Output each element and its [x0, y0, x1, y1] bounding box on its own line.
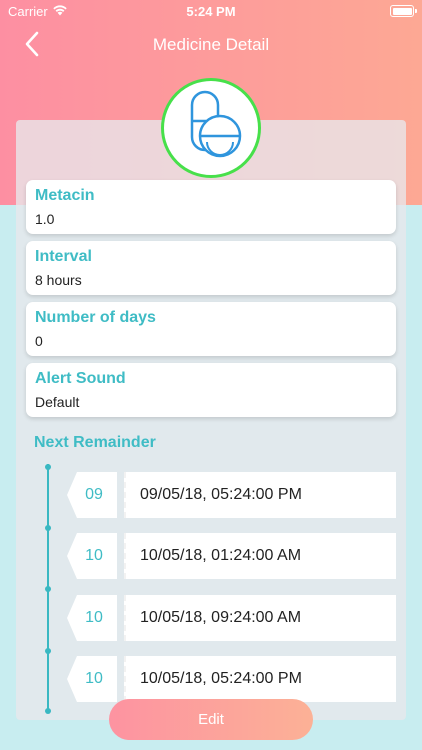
pill-capsule-icon [190, 90, 242, 158]
field-label: Alert Sound [35, 370, 126, 387]
field-medicine-name[interactable]: Metacin 1.0 [26, 180, 396, 234]
field-value: Default [35, 394, 80, 410]
timeline-dot [45, 464, 51, 470]
status-bar: Carrier 5:24 PM [0, 0, 422, 22]
timeline-dot [45, 708, 51, 714]
reminder-day: 10 [67, 656, 117, 702]
next-reminder-heading: Next Remainder [34, 434, 156, 451]
timeline-dot [45, 586, 51, 592]
reminder-day: 10 [67, 533, 117, 579]
field-value: 1.0 [35, 211, 55, 227]
edit-button[interactable]: Edit [109, 699, 313, 740]
nav-bar: Medicine Detail [0, 22, 422, 66]
field-alert-sound[interactable]: Alert Sound Default [26, 363, 396, 417]
page-title: Medicine Detail [152, 35, 270, 54]
field-label: Metacin [35, 187, 95, 204]
reminder-datetime: 10/05/18, 05:24:00 PM [124, 656, 396, 702]
field-interval[interactable]: Interval 8 hours [26, 241, 396, 295]
field-value: 0 [35, 333, 43, 349]
field-label: Interval [35, 248, 92, 265]
reminder-datetime: 10/05/18, 09:24:00 AM [124, 595, 396, 641]
status-time: 5:24 PM [186, 4, 236, 19]
reminder-day: 10 [67, 595, 117, 641]
field-value: 8 hours [35, 272, 82, 288]
field-label: Number of days [35, 309, 156, 326]
timeline-dot [45, 525, 51, 531]
battery-icon [390, 5, 417, 17]
field-number-of-days[interactable]: Number of days 0 [26, 302, 396, 356]
reminder-datetime: 09/05/18, 05:24:00 PM [124, 472, 396, 518]
reminder-datetime: 10/05/18, 01:24:00 AM [124, 533, 396, 579]
timeline-dot [45, 648, 51, 654]
reminder-day: 09 [67, 472, 117, 518]
pill-avatar [161, 78, 261, 178]
